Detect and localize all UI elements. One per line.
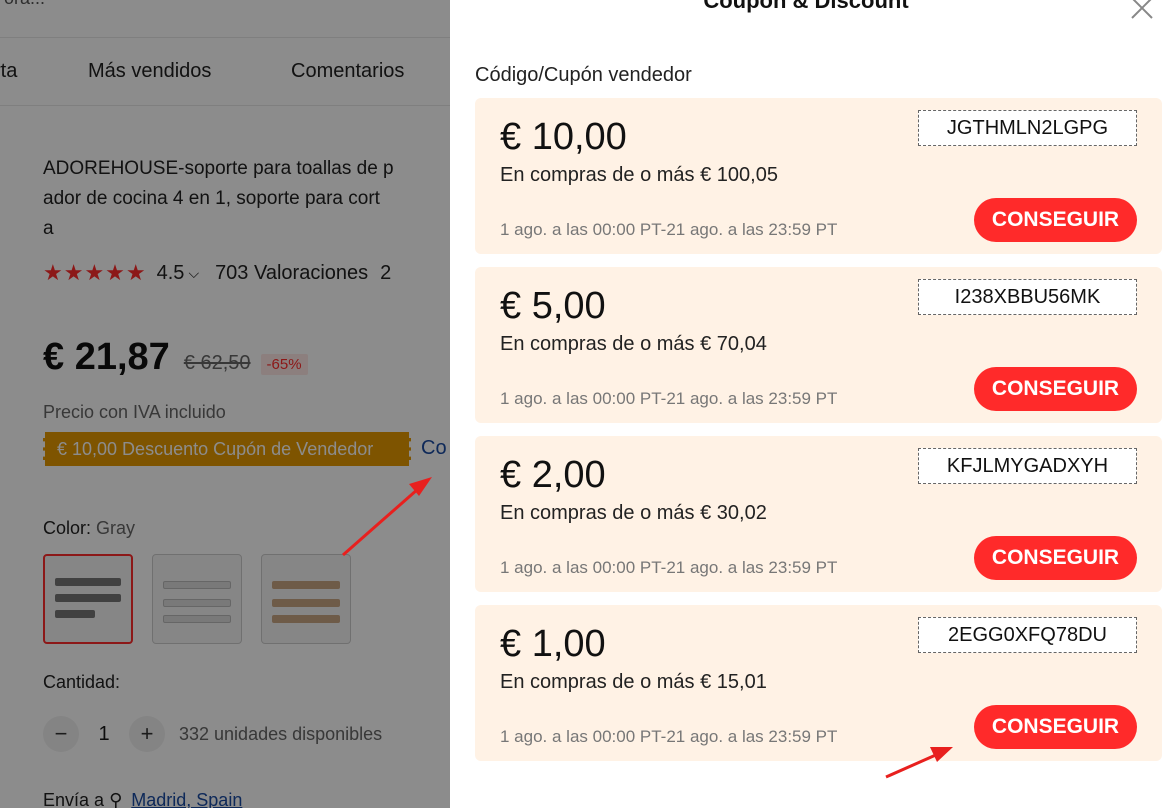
coupon-card: € 10,00 En compras de o más € 100,05 1 a… [475,98,1162,254]
coupon-amount: € 5,00 [500,285,606,327]
coupon-validity: 1 ago. a las 00:00 PT-21 ago. a las 23:5… [500,727,838,746]
coupon-code[interactable]: 2EGG0XFQ78DU [918,617,1137,653]
coupon-code[interactable]: I238XBBU56MK [918,279,1137,315]
coupon-minimum: En compras de o más € 15,01 [500,671,767,693]
coupon-drawer: Coupon & Discount Código/Cupón vendedor … [450,0,1162,808]
seller-coupons-heading: Código/Cupón vendedor [475,64,692,86]
close-button[interactable] [1130,0,1154,20]
get-coupon-button[interactable]: CONSEGUIR [974,367,1137,411]
coupon-validity: 1 ago. a las 00:00 PT-21 ago. a las 23:5… [500,558,838,577]
coupon-card: € 2,00 En compras de o más € 30,02 1 ago… [475,436,1162,592]
get-coupon-button[interactable]: CONSEGUIR [974,705,1137,749]
coupon-amount: € 2,00 [500,454,606,496]
coupon-minimum: En compras de o más € 100,05 [500,164,778,186]
coupon-card: € 5,00 En compras de o más € 70,04 1 ago… [475,267,1162,423]
coupon-minimum: En compras de o más € 30,02 [500,502,767,524]
close-icon [1131,0,1153,19]
coupon-card: € 1,00 En compras de o más € 15,01 1 ago… [475,605,1162,761]
coupon-code[interactable]: JGTHMLN2LGPG [918,110,1137,146]
coupon-minimum: En compras de o más € 70,04 [500,333,767,355]
coupon-validity: 1 ago. a las 00:00 PT-21 ago. a las 23:5… [500,389,838,408]
coupon-code[interactable]: KFJLMYGADXYH [918,448,1137,484]
coupon-amount: € 10,00 [500,116,627,158]
coupon-validity: 1 ago. a las 00:00 PT-21 ago. a las 23:5… [500,220,838,239]
get-coupon-button[interactable]: CONSEGUIR [974,536,1137,580]
coupon-amount: € 1,00 [500,623,606,665]
drawer-title: Coupon & Discount [703,0,909,13]
get-coupon-button[interactable]: CONSEGUIR [974,198,1137,242]
